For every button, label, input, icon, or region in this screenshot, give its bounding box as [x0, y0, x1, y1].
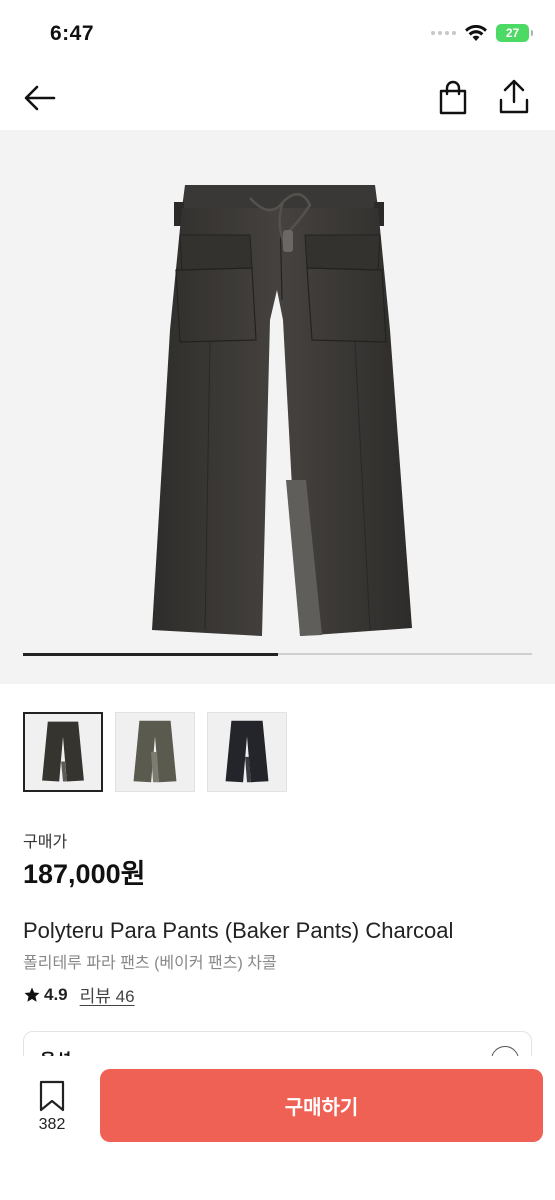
rating-row: 4.9 리뷰 46	[23, 982, 135, 1007]
bookmark-icon	[39, 1080, 65, 1112]
bookmark-count: 382	[38, 1116, 66, 1133]
thumbnail-charcoal[interactable]	[23, 712, 103, 792]
bottom-action-bar: 382 구매하기	[0, 1056, 555, 1200]
bookmark-button[interactable]: 382	[30, 1080, 74, 1134]
status-bar: 6:47 27	[0, 0, 555, 66]
product-image-carousel[interactable]	[0, 130, 555, 684]
product-title-ko: 폴리테루 파라 팬츠 (베이커 팬츠) 차콜	[23, 955, 277, 972]
review-link[interactable]: 리뷰 46	[80, 982, 135, 1007]
image-progress-fill	[23, 652, 278, 656]
battery-level: 27	[505, 26, 520, 40]
thumbnail-khaki-grey[interactable]	[115, 712, 195, 792]
shopping-bag-icon[interactable]	[436, 80, 470, 116]
rating-score: 4.9	[44, 984, 68, 1004]
image-progress-bar	[23, 652, 532, 656]
thumbnail-navy[interactable]	[207, 712, 287, 792]
wifi-icon	[465, 24, 487, 41]
arrow-left-icon[interactable]	[22, 80, 58, 116]
pants-thumbnail-image	[225, 720, 269, 783]
signal-icon	[431, 31, 456, 35]
product-image	[152, 185, 412, 636]
pants-thumbnail-image	[42, 721, 84, 782]
star-icon	[24, 987, 40, 1002]
price: 187,000원	[23, 859, 146, 889]
thumbnail-strip	[23, 712, 287, 792]
buy-button[interactable]: 구매하기	[100, 1069, 543, 1142]
product-title-en: Polyteru Para Pants (Baker Pants) Charco…	[23, 918, 454, 943]
status-indicators: 27	[431, 24, 533, 42]
nav-bar	[0, 66, 555, 130]
status-time: 6:47	[50, 22, 95, 45]
price-label: 구매가	[23, 834, 68, 851]
share-icon[interactable]	[497, 78, 531, 116]
pants-thumbnail-image	[133, 720, 177, 783]
battery-icon: 27	[496, 24, 533, 42]
